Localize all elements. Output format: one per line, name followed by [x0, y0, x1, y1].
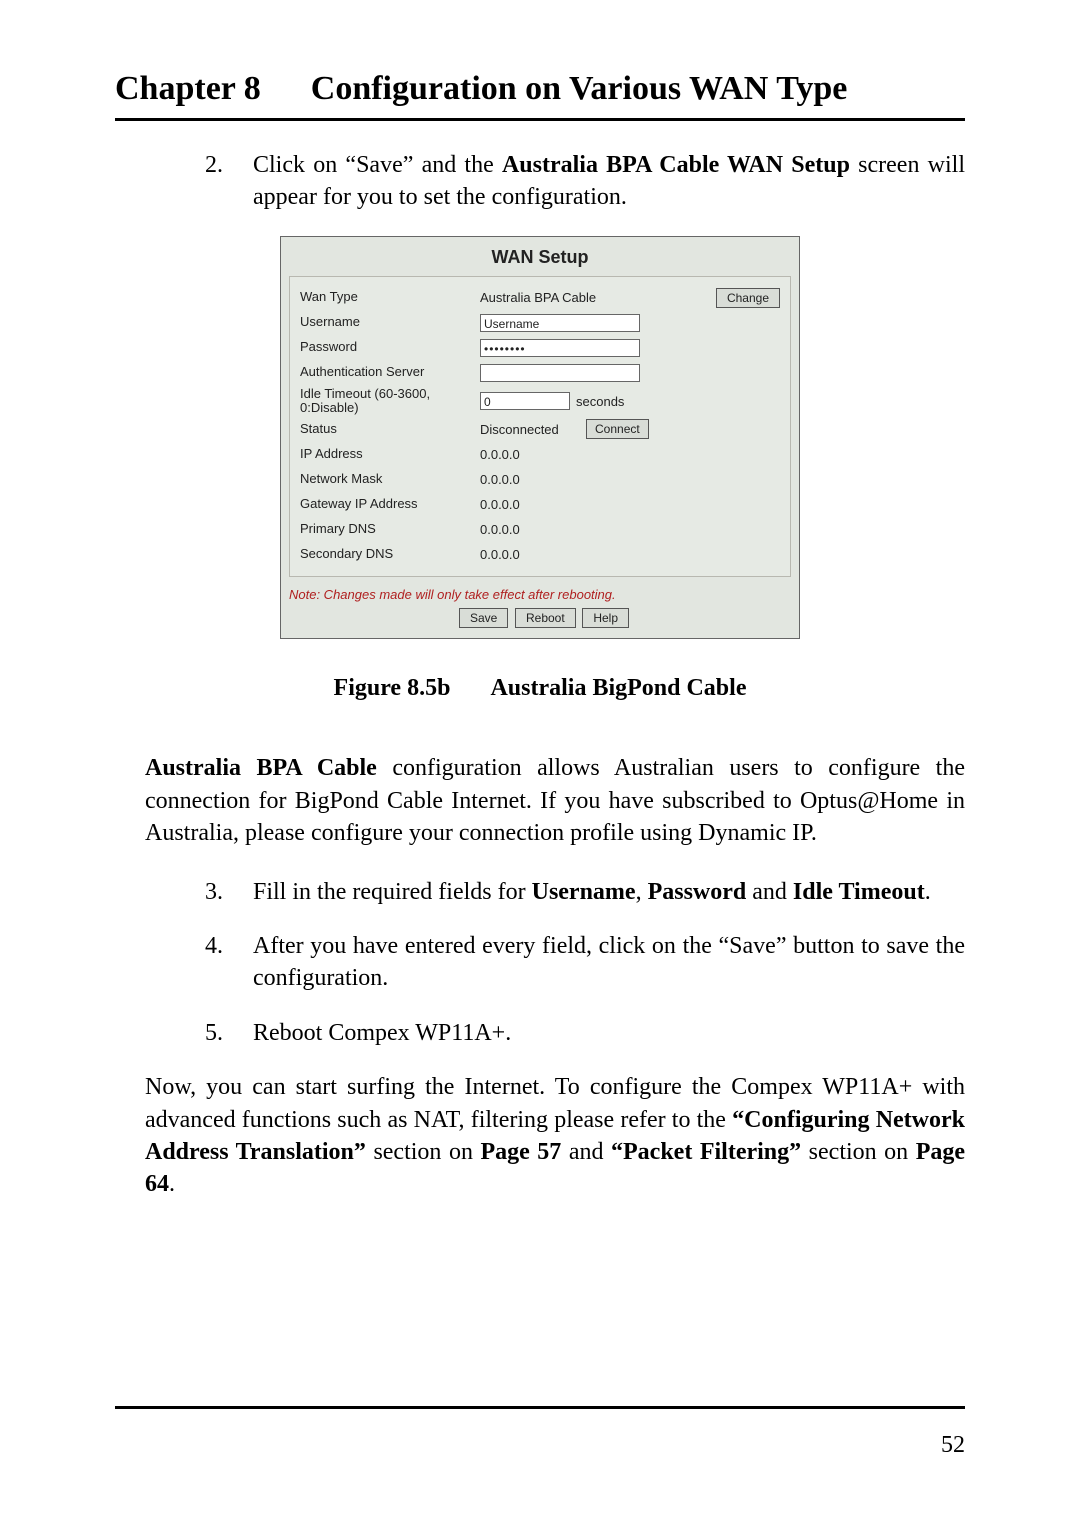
step-2: 2. Click on “Save” and the Australia BPA… — [205, 149, 965, 214]
value-ip-address: 0.0.0.0 — [480, 447, 520, 462]
label-password: Password — [300, 340, 480, 355]
label-secondary-dns: Secondary DNS — [300, 547, 480, 562]
value-network-mask: 0.0.0.0 — [480, 472, 520, 487]
idle-timeout-input[interactable]: 0 — [480, 392, 570, 410]
chapter-number: Chapter 8 — [115, 70, 261, 108]
paragraph-bpa-cable: Australia BPA Cable configuration allows… — [145, 752, 965, 849]
change-button[interactable]: Change — [716, 288, 780, 308]
figure-8-5b-image: WAN Setup Wan Type Australia BPA Cable C… — [115, 236, 965, 640]
help-button[interactable]: Help — [582, 608, 629, 628]
label-wan-type: Wan Type — [300, 290, 480, 305]
page-number: 52 — [941, 1432, 965, 1459]
wan-setup-title: WAN Setup — [289, 243, 791, 276]
idle-timeout-unit: seconds — [576, 394, 624, 409]
step-number: 5. — [205, 1017, 223, 1049]
label-network-mask: Network Mask — [300, 472, 480, 487]
label-username: Username — [300, 315, 480, 330]
value-secondary-dns: 0.0.0.0 — [480, 547, 520, 562]
label-gateway-ip: Gateway IP Address — [300, 497, 480, 512]
step-text: After you have entered every field, clic… — [253, 933, 965, 991]
label-idle-timeout: Idle Timeout (60-3600, 0:Disable) — [300, 387, 480, 416]
step-3: 3. Fill in the required fields for Usern… — [205, 876, 965, 908]
row-gateway-ip: Gateway IP Address 0.0.0.0 — [300, 493, 780, 515]
row-auth-server: Authentication Server — [300, 362, 780, 384]
label-primary-dns: Primary DNS — [300, 522, 480, 537]
row-status: Status Disconnected Connect — [300, 418, 780, 440]
figure-label: Figure 8.5b — [334, 675, 451, 701]
wan-setup-note: Note: Changes made will only take effect… — [289, 587, 791, 602]
row-secondary-dns: Secondary DNS 0.0.0.0 — [300, 543, 780, 565]
step-number: 4. — [205, 930, 223, 962]
wan-setup-buttons: Save Reboot Help — [289, 608, 791, 628]
username-input[interactable]: Username — [480, 314, 640, 332]
label-status: Status — [300, 422, 480, 437]
row-ip-address: IP Address 0.0.0.0 — [300, 443, 780, 465]
row-username: Username Username — [300, 312, 780, 334]
auth-server-input[interactable] — [480, 364, 640, 382]
step-number: 2. — [205, 149, 223, 181]
chapter-header: Chapter 8 Configuration on Various WAN Ty… — [115, 70, 965, 121]
step-text: Click on “Save” and the Australia BPA Ca… — [253, 152, 965, 210]
connect-button[interactable]: Connect — [586, 419, 649, 439]
value-wan-type: Australia BPA Cable — [480, 290, 640, 305]
step-text: Reboot Compex WP11A+. — [253, 1020, 511, 1046]
figure-caption: Figure 8.5b Australia BigPond Cable — [115, 675, 965, 702]
chapter-title: Configuration on Various WAN Type — [311, 70, 848, 107]
row-primary-dns: Primary DNS 0.0.0.0 — [300, 518, 780, 540]
closing-paragraph: Now, you can start surfing the Internet.… — [145, 1071, 965, 1201]
reboot-button[interactable]: Reboot — [515, 608, 576, 628]
value-primary-dns: 0.0.0.0 — [480, 522, 520, 537]
password-input[interactable]: •••••••• — [480, 339, 640, 357]
step-4: 4. After you have entered every field, c… — [205, 930, 965, 995]
row-idle-timeout: Idle Timeout (60-3600, 0:Disable) 0 seco… — [300, 387, 780, 416]
label-auth-server: Authentication Server — [300, 365, 480, 380]
value-status: Disconnected — [480, 422, 580, 437]
step-text: Fill in the required fields for Username… — [253, 879, 931, 905]
wan-setup-panel: WAN Setup Wan Type Australia BPA Cable C… — [280, 236, 800, 640]
footer-rule — [115, 1406, 965, 1409]
row-wan-type: Wan Type Australia BPA Cable Change — [300, 287, 780, 309]
wan-setup-form: Wan Type Australia BPA Cable Change User… — [289, 276, 791, 578]
save-button[interactable]: Save — [459, 608, 508, 628]
label-ip-address: IP Address — [300, 447, 480, 462]
row-password: Password •••••••• — [300, 337, 780, 359]
figure-title: Australia BigPond Cable — [490, 675, 746, 701]
value-gateway-ip: 0.0.0.0 — [480, 497, 520, 512]
step-5: 5. Reboot Compex WP11A+. — [205, 1017, 965, 1049]
step-number: 3. — [205, 876, 223, 908]
row-network-mask: Network Mask 0.0.0.0 — [300, 468, 780, 490]
